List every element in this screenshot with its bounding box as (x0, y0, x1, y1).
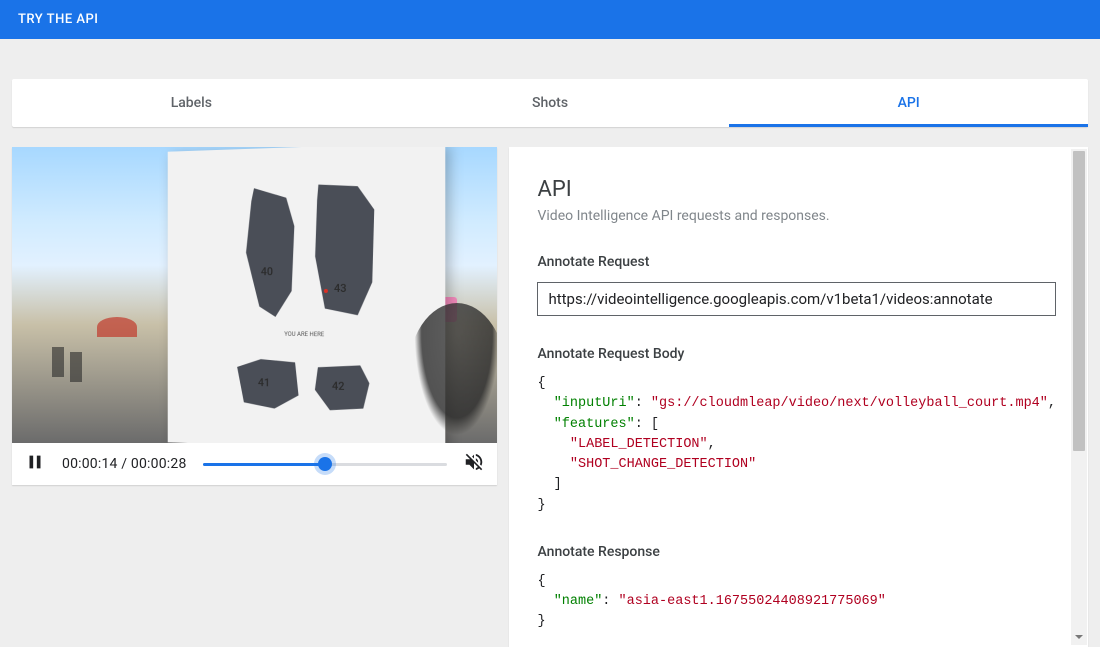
map-shape-43 (312, 183, 378, 315)
tab-shots[interactable]: Shots (371, 79, 730, 127)
map-num-41: 41 (258, 376, 270, 389)
volume-muted-icon (463, 451, 485, 473)
pause-button[interactable] (24, 451, 46, 477)
annotate-response-label: Annotate Response (537, 544, 1056, 560)
map-sign: 40 43 41 42 YOU ARE HERE (168, 147, 446, 443)
main-row: 40 43 41 42 YOU ARE HERE 00:00:14 / 00:0… (12, 147, 1088, 647)
map-num-42: 42 (332, 380, 345, 393)
code-input-uri: "gs://cloudmleap/video/next/volleyball_c… (651, 396, 1048, 411)
chevron-down-icon (1074, 632, 1084, 642)
map-shape-40 (243, 187, 297, 317)
map-red-dot (324, 289, 328, 293)
mute-button[interactable] (463, 451, 485, 477)
map-you-are-here: YOU ARE HERE (284, 332, 324, 338)
annotate-request-body-code: { "inputUri": "gs://cloudmleap/video/nex… (537, 374, 1056, 516)
bg-person (52, 347, 64, 377)
bg-umbrella (97, 317, 137, 337)
api-subtitle: Video Intelligence API requests and resp… (537, 208, 1056, 224)
progress-bar[interactable] (203, 463, 448, 466)
annotate-request-label: Annotate Request (537, 254, 1056, 270)
api-scroll: API Video Intelligence API requests and … (537, 177, 1074, 633)
video-time: 00:00:14 / 00:00:28 (62, 456, 187, 472)
header-title: TRY THE API (18, 12, 99, 27)
annotate-request-body-label: Annotate Request Body (537, 346, 1056, 362)
progress-thumb[interactable] (318, 457, 332, 471)
top-bar: TRY THE API (0, 0, 1100, 39)
tabs: Labels Shots API (12, 79, 1088, 127)
foreground-person (407, 303, 497, 443)
current-time: 00:00:14 (62, 456, 118, 472)
api-panel: API Video Intelligence API requests and … (509, 147, 1088, 647)
map-num-43: 43 (334, 282, 347, 295)
scrollbar[interactable] (1071, 149, 1087, 645)
bg-person (70, 352, 82, 382)
annotate-response-code: { "name": "asia-east1.167550244089217750… (537, 572, 1056, 633)
scroll-down-button[interactable] (1071, 629, 1087, 645)
page-body: Labels Shots API 40 43 41 42 (0, 39, 1100, 647)
duration: 00:00:28 (131, 456, 187, 472)
video-panel: 40 43 41 42 YOU ARE HERE 00:00:14 / 00:0… (12, 147, 497, 485)
api-heading: API (537, 177, 1056, 202)
scroll-thumb[interactable] (1073, 151, 1085, 451)
video-controls: 00:00:14 / 00:00:28 (12, 443, 497, 485)
video-frame[interactable]: 40 43 41 42 YOU ARE HERE (12, 147, 497, 443)
tab-labels[interactable]: Labels (12, 79, 371, 127)
tab-api[interactable]: API (729, 79, 1088, 127)
progress-fill (203, 463, 325, 466)
annotate-request-uri[interactable] (537, 282, 1056, 316)
map-num-40: 40 (261, 265, 273, 278)
pause-icon (24, 451, 46, 473)
